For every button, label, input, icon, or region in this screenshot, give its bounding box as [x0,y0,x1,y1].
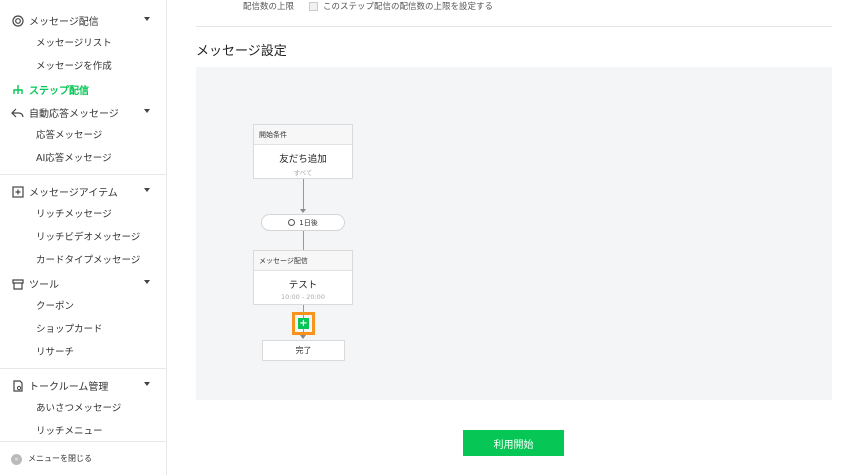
chevron-down-icon[interactable] [144,188,150,192]
node-title: 友だち追加 [279,154,327,165]
delivery-limit-checkbox[interactable] [309,1,319,11]
node-title: テスト [288,280,318,291]
sidebar-item-research[interactable]: リサーチ [36,341,74,364]
sidebar-item-message-list[interactable]: メッセージリスト [36,32,112,55]
close-menu-label: メニューを閉じる [28,454,92,463]
sidebar-section-step-delivery[interactable]: ステップ配信 [0,78,167,101]
sidebar-section-label: ツール [29,280,59,291]
chevron-down-icon[interactable] [144,17,150,21]
start-use-button[interactable]: 利用開始 [463,430,564,456]
close-menu-button[interactable]: « メニューを閉じる [0,441,167,475]
sidebar-item-rich-menu[interactable]: リッチメニュー [36,420,103,443]
sidebar-section-label: 自動応答メッセージ [29,109,119,120]
arrow-down-icon [300,335,306,339]
sidebar-section-label: メッセージアイテム [29,188,118,199]
node-header: メッセージ配信 [254,251,352,271]
sidebar-item-rich-message[interactable]: リッチメッセージ [36,203,112,226]
sidebar-section-label: ステップ配信 [29,86,89,97]
sidebar-section-label: トークルーム管理 [29,382,109,393]
flow-connector [303,231,304,250]
sidebar-section-auto-reply[interactable]: 自動応答メッセージ [0,101,167,124]
arrow-down-icon [300,209,306,213]
sidebar-item-shop-card[interactable]: ショップカード [36,318,103,341]
message-delivery-node[interactable]: メッセージ配信 テスト 10:00 - 20:00 [253,250,353,305]
sidebar-item-card-type[interactable]: カードタイプメッセージ [36,249,140,272]
collapse-icon: « [11,454,22,465]
sidebar-divider [0,368,167,369]
sidebar-section-label: メッセージ配信 [29,17,99,28]
reply-icon [11,106,24,119]
sidebar-section-message-items[interactable]: メッセージアイテム [0,180,167,203]
sidebar-section-message-delivery[interactable]: メッセージ配信 [0,9,167,32]
step-tree-icon [11,83,24,96]
sidebar-item-create-message[interactable]: メッセージを作成 [36,55,112,78]
sidebar: メッセージ配信 メッセージリスト メッセージを作成 ステップ配信 自動応答メッセ… [0,0,167,475]
node-header: 開始条件 [254,125,352,145]
node-subtitle: 10:00 - 20:00 [281,293,325,301]
sidebar-divider [0,174,167,175]
chat-settings-icon [11,379,24,392]
add-box-icon [11,185,24,198]
sidebar-item-rich-video[interactable]: リッチビデオメッセージ [36,226,140,249]
shop-icon [11,277,24,290]
target-icon [11,14,24,27]
chevron-down-icon[interactable] [144,280,150,284]
sidebar-section-talkroom[interactable]: トークルーム管理 [0,374,167,397]
delay-pill[interactable]: 1日後 [261,214,345,231]
sidebar-item-ai-reply[interactable]: AI応答メッセージ [36,147,112,170]
node-subtitle: すべて [293,169,313,177]
delivery-limit-label: 配信数の上限 [243,2,295,12]
divider [196,26,832,27]
clock-icon [288,219,296,226]
sidebar-item-reply-message[interactable]: 応答メッセージ [36,124,102,147]
sidebar-item-coupon[interactable]: クーポン [36,295,74,318]
delay-label: 1日後 [299,218,318,227]
section-title: メッセージ設定 [196,44,287,59]
end-node: 完了 [262,340,345,361]
delivery-limit-row: 配信数の上限 このステップ配信の配信数の上限を設定する [243,0,493,12]
delivery-limit-checkbox-label[interactable]: このステップ配信の配信数の上限を設定する [323,0,493,12]
start-condition-node[interactable]: 開始条件 友だち追加 すべて [253,124,353,179]
chevron-down-icon[interactable] [144,109,150,113]
sidebar-section-tools[interactable]: ツール [0,272,167,295]
chevron-down-icon[interactable] [144,382,150,386]
sidebar-item-greeting[interactable]: あいさつメッセージ [36,397,121,420]
flow-connector [303,179,304,210]
add-step-button[interactable]: + [298,318,309,329]
